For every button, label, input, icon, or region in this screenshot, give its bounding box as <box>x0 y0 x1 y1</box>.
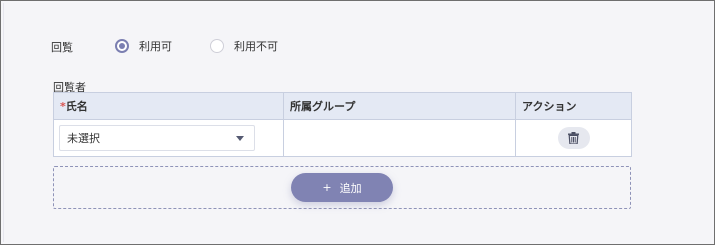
table-header-row: *氏名 所属グループ アクション <box>53 92 632 120</box>
add-button-label: 追加 <box>339 181 362 195</box>
radio-unchecked-icon <box>210 39 224 53</box>
radio-unavailable-label: 利用不可 <box>234 40 278 53</box>
column-header-action: アクション <box>515 92 632 120</box>
plus-icon: + <box>322 181 332 194</box>
group-cell <box>283 119 516 157</box>
column-name-label: 氏名 <box>65 100 88 113</box>
name-select[interactable]: 未選択 <box>59 125 255 151</box>
chevron-down-icon <box>236 135 244 141</box>
viewers-table: *氏名 所属グループ アクション 未選択 <box>53 92 632 157</box>
radio-checked-icon <box>115 39 129 53</box>
radio-available[interactable]: 利用可 <box>115 38 172 54</box>
name-cell: 未選択 <box>53 119 284 157</box>
column-header-group: 所属グループ <box>283 92 516 120</box>
add-viewer-button[interactable]: + 追加 <box>291 173 393 202</box>
delete-row-button[interactable] <box>557 127 590 149</box>
radio-unavailable[interactable]: 利用不可 <box>210 38 278 54</box>
column-header-name: *氏名 <box>53 92 284 120</box>
radio-available-label: 利用可 <box>139 40 172 53</box>
name-select-value: 未選択 <box>67 132 100 145</box>
action-cell <box>515 119 632 157</box>
table-row: 未選択 <box>53 119 632 157</box>
review-label: 回覧 <box>51 41 73 54</box>
trash-icon <box>568 132 579 144</box>
